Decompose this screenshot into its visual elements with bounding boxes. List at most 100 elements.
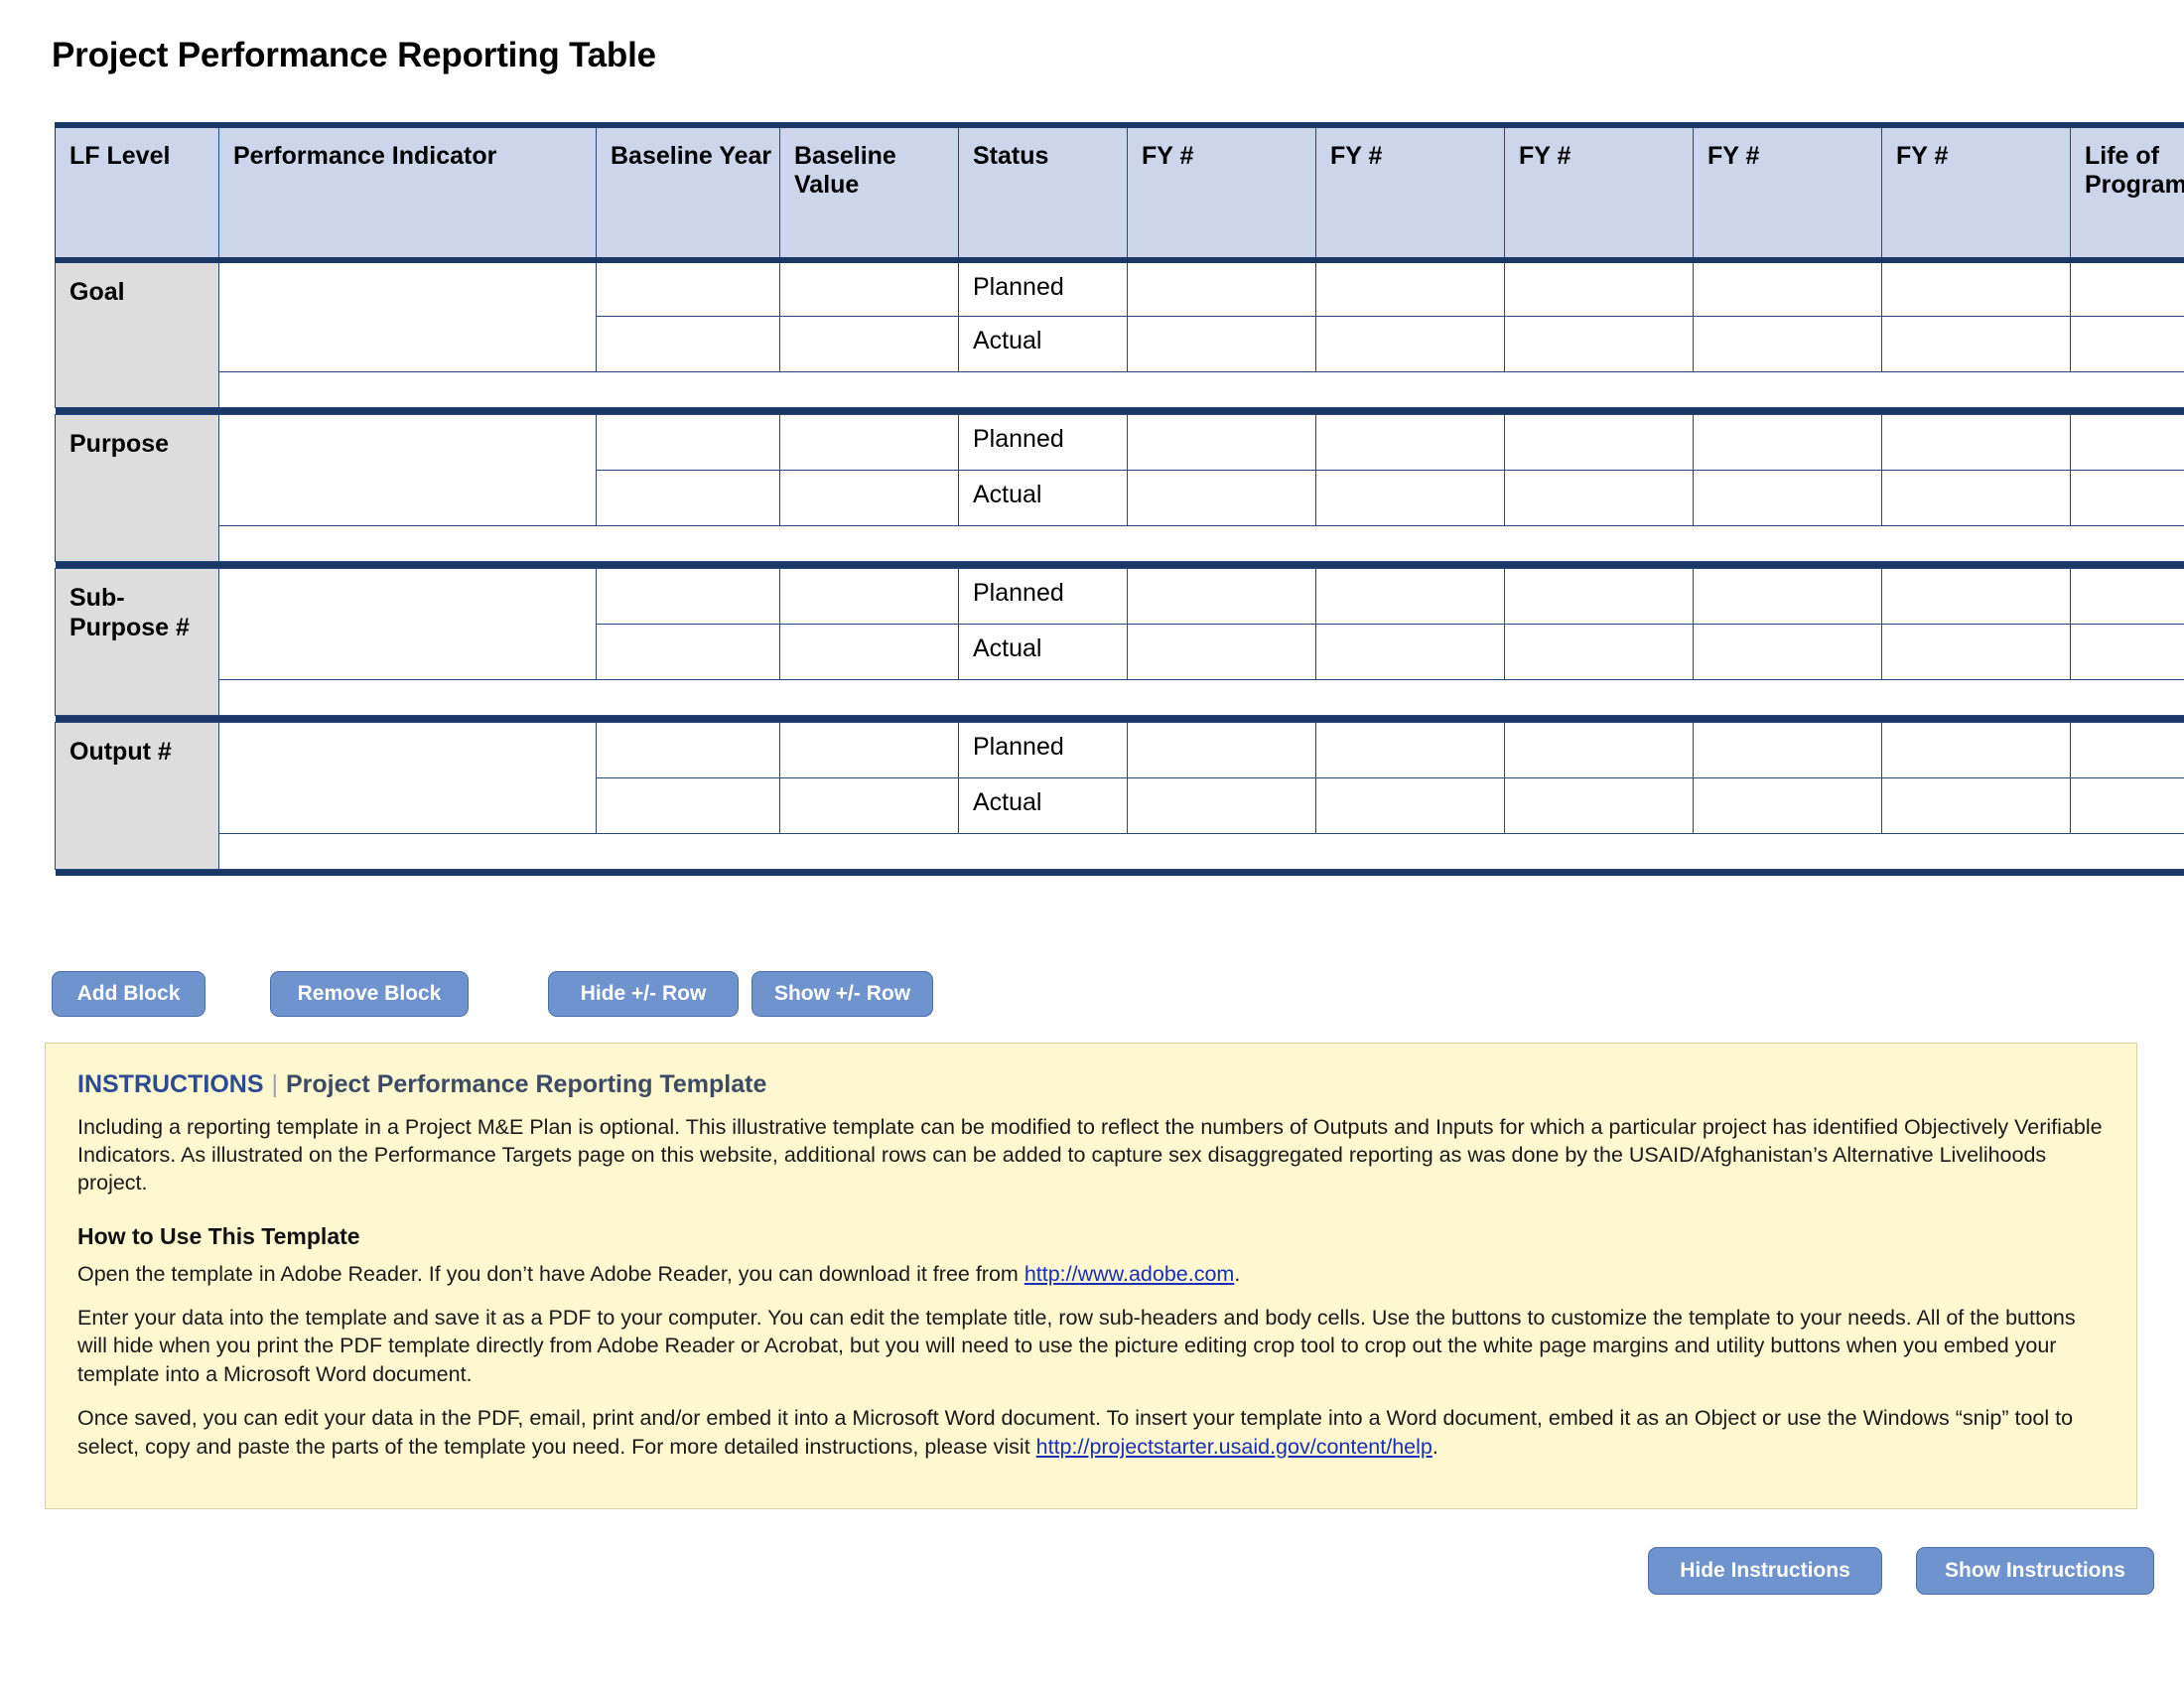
baseline-year-input-sub-purpose-planned[interactable] — [596, 567, 780, 625]
block-separator-rule — [55, 869, 2184, 876]
baseline-value-input-output-planned[interactable] — [779, 721, 959, 778]
value-cell-sub-purpose-planned-fy2[interactable] — [1315, 567, 1505, 625]
value-cell-output-planned-fy5[interactable] — [1881, 721, 2071, 778]
block-separator — [55, 561, 2184, 568]
row-controls-strip: +– — [56, 524, 2184, 562]
value-cell-goal-actual-fy1[interactable] — [1127, 315, 1316, 372]
value-cell-sub-purpose-planned-life-of-program[interactable] — [2070, 567, 2184, 625]
status-label-sub-purpose-planned[interactable]: Planned — [958, 567, 1128, 625]
value-cell-goal-actual-life-of-program[interactable] — [2070, 315, 2184, 372]
value-cell-output-actual-fy2[interactable] — [1315, 776, 1505, 834]
value-cell-purpose-planned-fy2[interactable] — [1315, 413, 1505, 471]
baseline-value-input-goal-planned[interactable] — [779, 259, 959, 317]
baseline-year-input-goal-actual[interactable] — [596, 315, 780, 372]
baseline-year-input-output-actual[interactable] — [596, 776, 780, 834]
value-cell-goal-planned-life-of-program[interactable] — [2070, 259, 2184, 317]
value-cell-output-actual-fy4[interactable] — [1693, 776, 1882, 834]
value-cell-sub-purpose-actual-fy3[interactable] — [1504, 623, 1694, 680]
value-cell-purpose-actual-fy2[interactable] — [1315, 469, 1505, 526]
page-title: Project Performance Reporting Table — [52, 36, 656, 74]
show-instructions-button[interactable]: Show Instructions — [1916, 1547, 2154, 1595]
value-cell-purpose-actual-life-of-program[interactable] — [2070, 469, 2184, 526]
hide-instructions-button[interactable]: Hide Instructions — [1648, 1547, 1882, 1595]
status-label-purpose-planned[interactable]: Planned — [958, 413, 1128, 471]
baseline-value-input-sub-purpose-planned[interactable] — [779, 567, 959, 625]
value-cell-purpose-planned-life-of-program[interactable] — [2070, 413, 2184, 471]
row-controls-cell-goal: +– — [218, 370, 2184, 408]
value-cell-purpose-actual-fy3[interactable] — [1504, 469, 1694, 526]
value-cell-sub-purpose-actual-fy1[interactable] — [1127, 623, 1316, 680]
value-cell-output-actual-life-of-program[interactable] — [2070, 776, 2184, 834]
value-cell-purpose-planned-fy4[interactable] — [1693, 413, 1882, 471]
value-cell-sub-purpose-planned-fy4[interactable] — [1693, 567, 1882, 625]
value-cell-sub-purpose-planned-fy3[interactable] — [1504, 567, 1694, 625]
column-header-baseline-year: Baseline Year — [596, 122, 780, 263]
value-cell-purpose-planned-fy1[interactable] — [1127, 413, 1316, 471]
value-cell-goal-planned-fy1[interactable] — [1127, 259, 1316, 317]
value-cell-output-planned-fy3[interactable] — [1504, 721, 1694, 778]
value-cell-goal-planned-fy4[interactable] — [1693, 259, 1882, 317]
column-header-status: Status — [958, 122, 1128, 263]
status-label-output-actual[interactable]: Actual — [958, 776, 1128, 834]
status-label-output-planned[interactable]: Planned — [958, 721, 1128, 778]
status-label-goal-actual[interactable]: Actual — [958, 315, 1128, 372]
value-cell-goal-planned-fy5[interactable] — [1881, 259, 2071, 317]
indicator-input-purpose[interactable] — [218, 413, 597, 526]
value-cell-output-planned-fy1[interactable] — [1127, 721, 1316, 778]
baseline-value-input-purpose-planned[interactable] — [779, 413, 959, 471]
adobe-reader-link[interactable]: http://www.adobe.com — [1024, 1262, 1235, 1286]
value-cell-goal-actual-fy3[interactable] — [1504, 315, 1694, 372]
value-cell-purpose-actual-fy5[interactable] — [1881, 469, 2071, 526]
status-label-purpose-actual[interactable]: Actual — [958, 469, 1128, 526]
table-header: LF Level Performance Indicator Baseline … — [55, 122, 2184, 263]
value-cell-output-actual-fy1[interactable] — [1127, 776, 1316, 834]
column-header-fy-1: FY # — [1127, 122, 1316, 263]
value-cell-goal-planned-fy3[interactable] — [1504, 259, 1694, 317]
value-cell-purpose-planned-fy5[interactable] — [1881, 413, 2071, 471]
baseline-value-input-sub-purpose-actual[interactable] — [779, 623, 959, 680]
show-plus-minus-row-button[interactable]: Show +/- Row — [751, 971, 933, 1017]
hide-plus-minus-row-button[interactable]: Hide +/- Row — [548, 971, 739, 1017]
indicator-input-sub-purpose[interactable] — [218, 567, 597, 680]
value-cell-sub-purpose-actual-fy2[interactable] — [1315, 623, 1505, 680]
baseline-value-input-purpose-actual[interactable] — [779, 469, 959, 526]
value-cell-output-actual-fy3[interactable] — [1504, 776, 1694, 834]
status-label-goal-planned[interactable]: Planned — [958, 259, 1128, 317]
value-cell-goal-actual-fy2[interactable] — [1315, 315, 1505, 372]
baseline-year-input-purpose-planned[interactable] — [596, 413, 780, 471]
instructions-subtitle: Project Performance Reporting Template — [286, 1070, 767, 1098]
baseline-value-input-goal-actual[interactable] — [779, 315, 959, 372]
baseline-year-input-output-planned[interactable] — [596, 721, 780, 778]
value-cell-output-planned-life-of-program[interactable] — [2070, 721, 2184, 778]
value-cell-sub-purpose-actual-fy5[interactable] — [1881, 623, 2071, 680]
table-row: Purpose Planned — [55, 413, 2184, 562]
instructions-keyword: INSTRUCTIONS — [77, 1070, 264, 1098]
value-cell-sub-purpose-planned-fy5[interactable] — [1881, 567, 2071, 625]
value-cell-sub-purpose-planned-fy1[interactable] — [1127, 567, 1316, 625]
add-block-button[interactable]: Add Block — [52, 971, 205, 1017]
baseline-year-input-purpose-actual[interactable] — [596, 469, 780, 526]
value-cell-goal-actual-fy4[interactable] — [1693, 315, 1882, 372]
p1-text-after-link: . — [1234, 1261, 1241, 1286]
column-header-fy-2: FY # — [1315, 122, 1505, 263]
value-cell-purpose-planned-fy3[interactable] — [1504, 413, 1694, 471]
value-cell-goal-planned-fy2[interactable] — [1315, 259, 1505, 317]
value-cell-output-planned-fy2[interactable] — [1315, 721, 1505, 778]
value-cell-purpose-actual-fy1[interactable] — [1127, 469, 1316, 526]
value-cell-goal-actual-fy5[interactable] — [1881, 315, 2071, 372]
table-row: Goal Planned — [55, 259, 2184, 408]
indicator-input-goal[interactable] — [218, 259, 597, 372]
value-cell-sub-purpose-actual-fy4[interactable] — [1693, 623, 1882, 680]
baseline-year-input-sub-purpose-actual[interactable] — [596, 623, 780, 680]
value-cell-purpose-actual-fy4[interactable] — [1693, 469, 1882, 526]
indicator-input-output[interactable] — [218, 721, 597, 834]
performance-reporting-table: LF Level Performance Indicator Baseline … — [55, 122, 2184, 876]
status-label-sub-purpose-actual[interactable]: Actual — [958, 623, 1128, 680]
projectstarter-help-link[interactable]: http://projectstarter.usaid.gov/content/… — [1036, 1435, 1433, 1459]
value-cell-output-actual-fy5[interactable] — [1881, 776, 2071, 834]
baseline-value-input-output-actual[interactable] — [779, 776, 959, 834]
baseline-year-input-goal-planned[interactable] — [596, 259, 780, 317]
value-cell-output-planned-fy4[interactable] — [1693, 721, 1882, 778]
value-cell-sub-purpose-actual-life-of-program[interactable] — [2070, 623, 2184, 680]
remove-block-button[interactable]: Remove Block — [270, 971, 469, 1017]
